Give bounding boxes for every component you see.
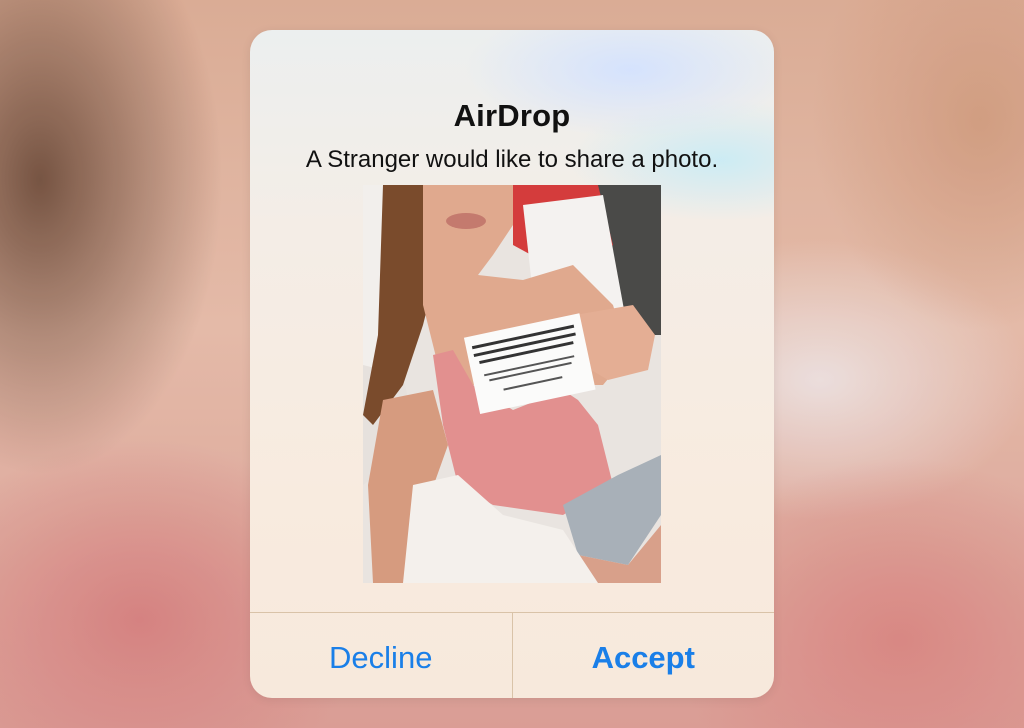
- decline-button[interactable]: Decline: [250, 613, 512, 698]
- accept-button[interactable]: Accept: [513, 613, 775, 698]
- airdrop-alert: AirDrop A Stranger would like to share a…: [250, 30, 774, 698]
- alert-button-row: Decline Accept: [250, 612, 774, 698]
- alert-title: AirDrop: [453, 98, 571, 133]
- alert-message: A Stranger would like to share a photo.: [305, 146, 719, 173]
- shared-photo-preview: [363, 185, 661, 583]
